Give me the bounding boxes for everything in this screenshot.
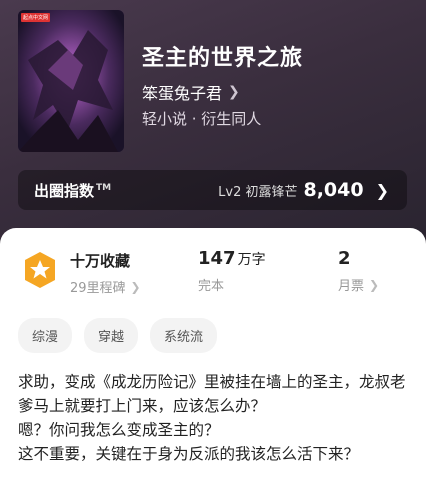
chevron-right-icon: ❯ xyxy=(228,84,240,100)
dragon-cover-art xyxy=(18,10,124,152)
word-count-stat: 147 万字 完本 xyxy=(198,248,266,294)
chevron-right-icon: ❯ xyxy=(369,277,380,292)
collection-title: 十万收藏 xyxy=(70,252,131,270)
tag-list: 综漫 穿越 系统流 xyxy=(18,318,218,353)
book-header: 起点中文网 圣主的世界之旅 笨蛋兔子君 ❯ 轻小说 · 衍生同人 出圈指数 TM … xyxy=(0,0,426,240)
index-label: 出圈指数 TM xyxy=(34,181,112,200)
monthly-ticket-label: 月票 xyxy=(338,279,365,294)
trademark-mark: TM xyxy=(96,182,112,193)
synopsis-line: 嗯？你问我怎么变成圣主的？ xyxy=(18,421,220,439)
monthly-ticket-stat[interactable]: 2 月票 ❯ xyxy=(338,248,379,294)
synopsis-line: 这不重要，关键在于身为反派的我该怎么活下来？ xyxy=(18,445,360,463)
index-value: 8,040 xyxy=(303,179,364,201)
book-synopsis: 求助，变成《成龙历险记》里被挂在墙上的圣主，龙叔老爹马上就要打上门来，应该怎么办… xyxy=(18,370,410,466)
book-stats: 十万收藏 29里程碑 ❯ 147 万字 完本 2 月票 ❯ xyxy=(0,244,426,304)
tag-chip[interactable]: 系统流 xyxy=(150,318,218,353)
book-title: 圣主的世界之旅 xyxy=(142,46,304,71)
word-count-value: 147 xyxy=(198,248,236,269)
book-genre: 轻小说 · 衍生同人 xyxy=(142,110,262,128)
book-detail-sheet: 十万收藏 29里程碑 ❯ 147 万字 完本 2 月票 ❯ 综漫 穿越 系统流 求… xyxy=(0,228,426,500)
tag-chip[interactable]: 综漫 xyxy=(18,318,73,353)
chevron-right-icon: ❯ xyxy=(130,279,141,294)
author-name: 笨蛋兔子君 xyxy=(142,84,223,103)
cover-brand-label: 起点中文网 xyxy=(21,13,51,22)
star-badge-icon xyxy=(25,252,55,288)
synopsis-line: 求助，变成《成龙历险记》里被挂在墙上的圣主，龙叔老爹马上就要打上门来，应该怎么办… xyxy=(18,373,406,415)
collection-stat[interactable]: 十万收藏 29里程碑 ❯ xyxy=(20,250,141,296)
author-link[interactable]: 笨蛋兔子君 ❯ xyxy=(142,80,240,104)
popularity-index-bar[interactable]: 出圈指数 TM Lv2 初露锋芒 8,040 ❯ xyxy=(18,170,407,210)
book-cover[interactable]: 起点中文网 xyxy=(18,10,124,152)
word-count-unit: 万字 xyxy=(237,252,266,268)
collection-milestone: 29里程碑 xyxy=(70,281,126,296)
chevron-right-icon: ❯ xyxy=(375,180,389,200)
tag-chip[interactable]: 穿越 xyxy=(84,318,139,353)
completion-status: 完本 xyxy=(198,279,225,294)
monthly-ticket-value: 2 xyxy=(338,248,351,269)
index-level: Lv2 初露锋芒 xyxy=(218,184,298,200)
